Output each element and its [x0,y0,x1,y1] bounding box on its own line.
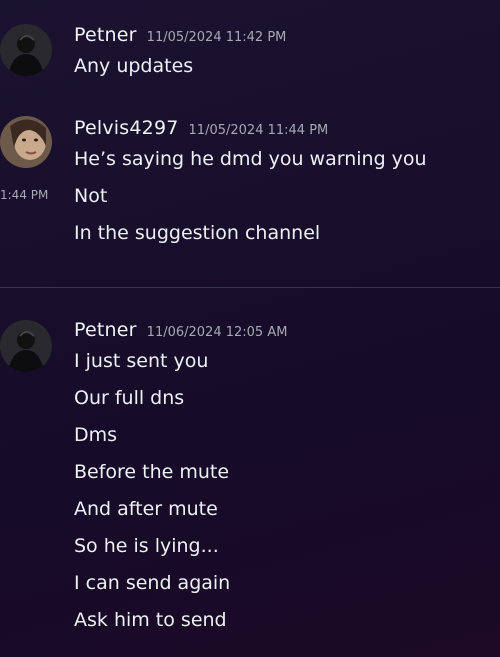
username[interactable]: Petner [74,319,137,341]
message-text: And after mute [74,498,218,520]
message-text: Not [74,185,108,207]
avatar-image [0,320,52,372]
message-text: Our full dns [74,387,185,409]
message-text: Any updates [74,55,194,77]
message-text: I just sent you [74,350,209,372]
message-text: I can send again [74,572,231,594]
avatar[interactable] [0,320,52,372]
message-timestamp: 11/05/2024 11:42 PM [146,30,287,45]
hover-timestamp: 1:44 PM [0,188,49,202]
avatar-image [0,24,52,76]
avatar[interactable] [0,24,52,76]
message-text: Before the mute [74,461,230,483]
message-text: He’s saying he dmd you warning you [74,148,427,170]
message-text: Dms [74,424,118,446]
username[interactable]: Petner [74,24,137,46]
message-divider [0,287,500,288]
message-timestamp: 11/06/2024 12:05 AM [146,325,288,340]
username[interactable]: Pelvis4297 [74,117,179,139]
message-text: So he is lying... [74,535,219,557]
message-timestamp: 11/05/2024 11:44 PM [188,123,329,138]
message-text: In the suggestion channel [74,222,321,244]
avatar[interactable] [0,116,52,168]
avatar-image [0,116,52,168]
message-text: Ask him to send [74,609,227,631]
